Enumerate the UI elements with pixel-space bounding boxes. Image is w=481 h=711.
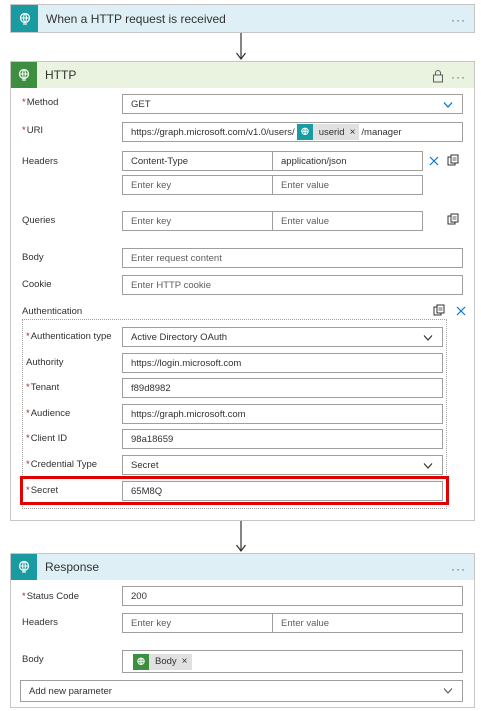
trigger-title: When a HTTP request is received	[46, 11, 226, 26]
http-title: HTTP	[45, 68, 77, 82]
tenant-label: *Tenant	[26, 382, 60, 393]
authority-label: Authority	[26, 357, 64, 368]
response-body-input[interactable]: Body ×	[122, 650, 463, 673]
client-id-label: *Client ID	[26, 433, 68, 444]
audience-input[interactable]: https://graph.microsoft.com	[122, 404, 443, 424]
uri-suffix: /manager	[361, 126, 402, 138]
auth-type-dropdown[interactable]: Active Directory OAuth	[122, 327, 443, 347]
globe-icon	[133, 653, 149, 670]
body-token[interactable]: Body ×	[133, 653, 192, 670]
lock-icon[interactable]	[432, 69, 444, 83]
query-value-input[interactable]: Enter value	[272, 211, 423, 231]
http-header[interactable]: HTTP ···	[11, 62, 474, 88]
response-header-key-input[interactable]: Enter key	[122, 613, 273, 633]
uri-field[interactable]: https://graph.microsoft.com/v1.0/users/ …	[122, 122, 463, 142]
add-new-parameter-dropdown[interactable]: Add new parameter	[20, 680, 463, 702]
response-headers-label: Headers	[22, 617, 58, 628]
chevron-down-icon	[443, 688, 453, 694]
tenant-input[interactable]: f89d8982	[122, 378, 443, 398]
globe-icon	[11, 5, 38, 32]
authentication-label: Authentication	[22, 306, 83, 317]
response-title: Response	[45, 560, 100, 574]
delete-header-icon[interactable]	[428, 155, 440, 167]
auth-type-value: Active Directory OAuth	[131, 331, 228, 343]
header-key-input[interactable]: Content-Type	[122, 151, 273, 171]
response-header-value-input[interactable]: Enter value	[272, 613, 463, 633]
credential-type-label: *Credential Type	[26, 459, 98, 470]
secret-highlight-box	[20, 476, 449, 505]
client-id-input[interactable]: 98a18659	[122, 429, 443, 449]
response-header[interactable]: Response ···	[11, 554, 474, 580]
method-label: *Method	[22, 97, 59, 108]
flow-arrow-icon	[236, 33, 246, 60]
globe-icon	[296, 124, 313, 140]
chevron-down-icon	[443, 102, 453, 108]
headers-label: Headers	[22, 156, 58, 167]
response-body-label: Body	[22, 654, 44, 665]
cookie-label: Cookie	[22, 279, 52, 290]
more-options-icon[interactable]: ···	[451, 562, 466, 576]
credential-type-dropdown[interactable]: Secret	[122, 455, 443, 475]
cookie-input[interactable]: Enter HTTP cookie	[122, 275, 463, 295]
header-value-input[interactable]: Enter value	[272, 175, 423, 195]
status-code-input[interactable]: 200	[122, 586, 463, 606]
remove-auth-icon[interactable]	[455, 305, 467, 317]
uri-prefix: https://graph.microsoft.com/v1.0/users/	[131, 126, 295, 138]
authority-input[interactable]: https://login.microsoft.com	[122, 353, 443, 373]
add-param-label: Add new parameter	[29, 685, 112, 697]
uri-label: *URI	[22, 125, 44, 136]
header-value-input[interactable]: application/json	[272, 151, 423, 171]
more-options-icon[interactable]: ···	[451, 13, 466, 27]
more-options-icon[interactable]: ···	[451, 70, 466, 84]
auth-type-label: *Authentication type	[26, 331, 112, 342]
trigger-header[interactable]: When a HTTP request is received ···	[11, 5, 474, 32]
status-code-label: *Status Code	[22, 591, 79, 602]
remove-token-icon[interactable]: ×	[182, 656, 188, 667]
userid-token[interactable]: userid ×	[296, 124, 360, 140]
flow-arrow-icon	[236, 521, 246, 552]
switch-to-text-icon[interactable]	[433, 304, 445, 316]
chevron-down-icon	[423, 463, 433, 469]
globe-icon	[11, 62, 37, 88]
switch-to-text-icon[interactable]	[447, 154, 459, 166]
header-key-input[interactable]: Enter key	[122, 175, 273, 195]
userid-token-label: userid	[318, 126, 345, 138]
method-dropdown[interactable]: GET	[122, 94, 463, 114]
queries-label: Queries	[22, 215, 56, 226]
credential-type-value: Secret	[131, 459, 159, 471]
body-input[interactable]: Enter request content	[122, 248, 463, 268]
chevron-down-icon	[423, 335, 433, 341]
method-value: GET	[131, 98, 151, 110]
remove-token-icon[interactable]: ×	[350, 127, 356, 138]
switch-to-text-icon[interactable]	[447, 213, 459, 225]
trigger-card[interactable]: When a HTTP request is received ···	[10, 4, 475, 33]
query-key-input[interactable]: Enter key	[122, 211, 273, 231]
globe-icon	[11, 554, 37, 580]
body-label: Body	[22, 252, 44, 263]
audience-label: *Audience	[26, 408, 71, 419]
body-token-label: Body	[155, 656, 177, 667]
